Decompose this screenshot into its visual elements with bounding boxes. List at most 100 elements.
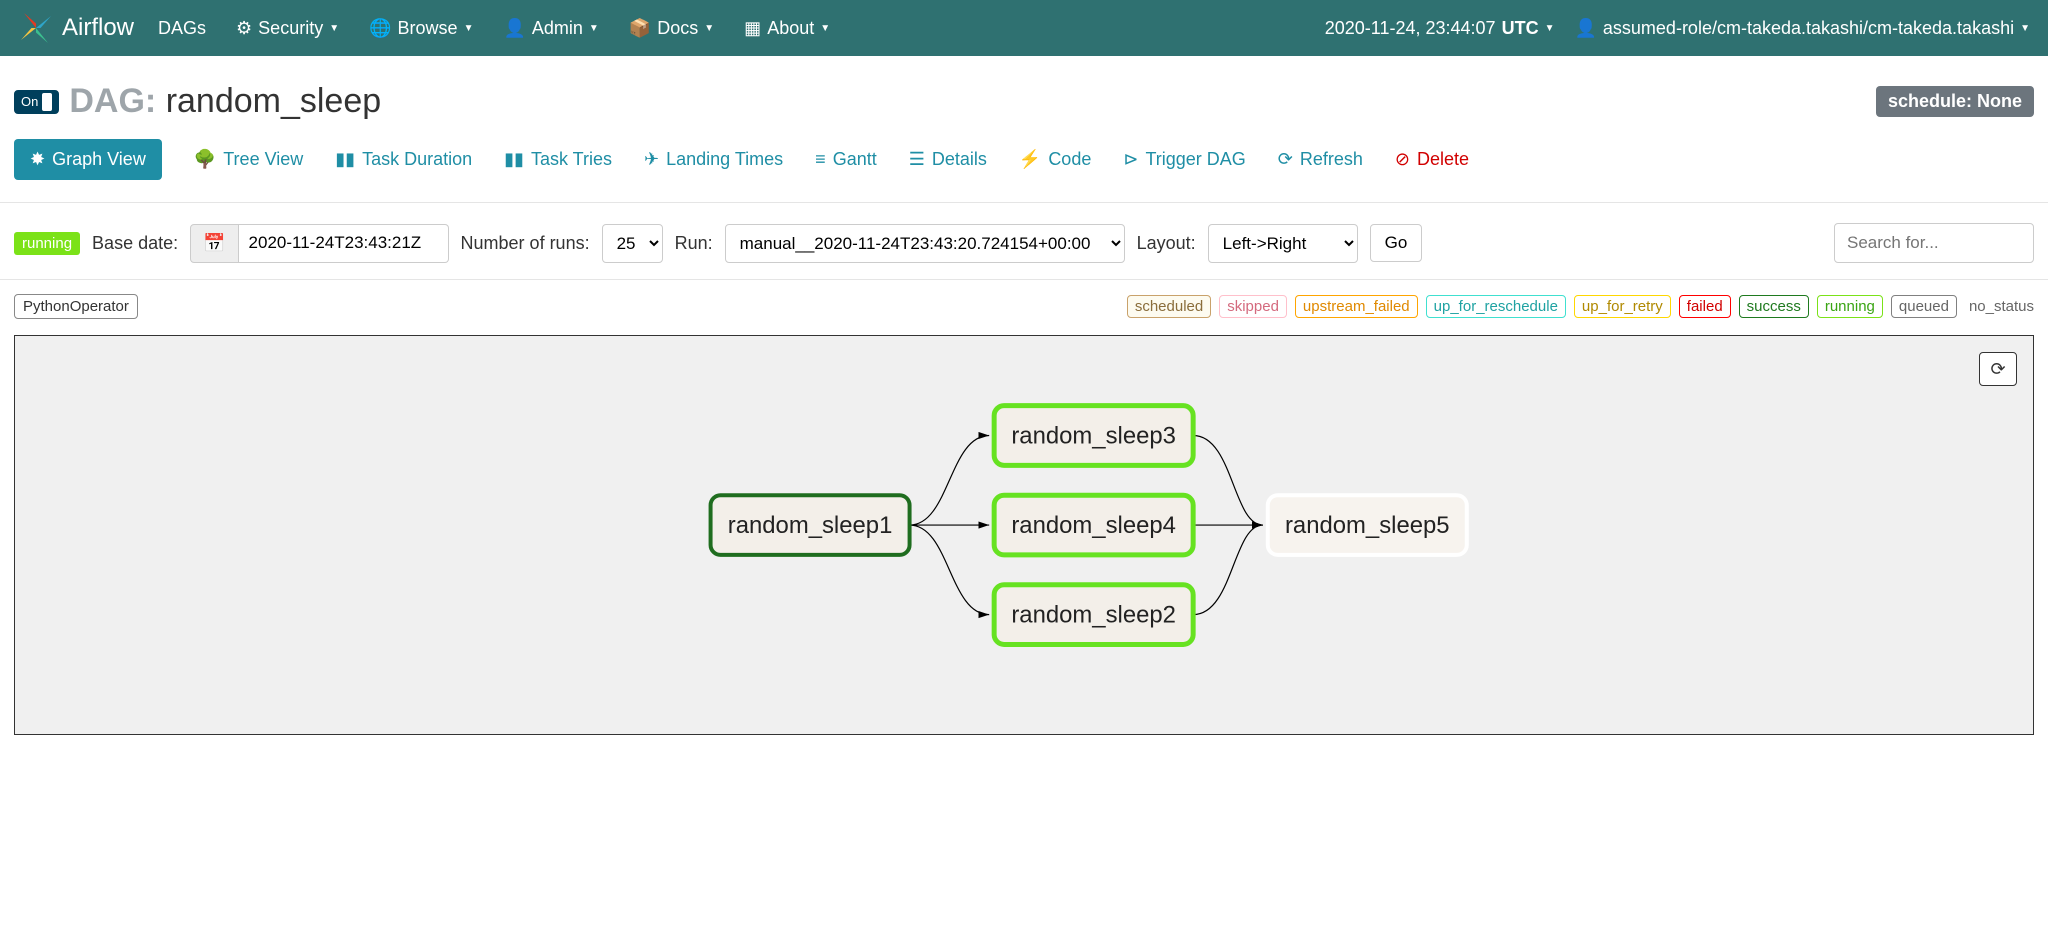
edge-1-2 xyxy=(910,525,990,615)
task-node-random_sleep4[interactable]: random_sleep4 xyxy=(994,495,1193,555)
tab-task-tries[interactable]: ▮▮Task Tries xyxy=(504,149,612,170)
tab-tree-view[interactable]: 🌳Tree View xyxy=(194,149,303,170)
brand-text: Airflow xyxy=(62,14,134,42)
nav-browse[interactable]: 🌐Browse▼ xyxy=(369,18,473,39)
bar-chart-icon: ▮▮ xyxy=(335,149,355,170)
layout-select[interactable]: Left->Right xyxy=(1208,224,1358,263)
layout-label: Layout: xyxy=(1137,233,1196,254)
calendar-button[interactable]: 📅 xyxy=(190,224,238,263)
status-chip-skipped[interactable]: skipped xyxy=(1219,295,1287,318)
graph-controls: running Base date: 📅 Number of runs: 25 … xyxy=(0,203,2048,280)
status-chip-up-for-reschedule[interactable]: up_for_reschedule xyxy=(1426,295,1566,318)
sun-icon: ✸ xyxy=(30,149,45,170)
nav-admin[interactable]: 👤Admin▼ xyxy=(503,18,598,39)
calendar-icon: 📅 xyxy=(203,233,225,253)
user-icon: 👤 xyxy=(1574,18,1596,39)
view-tabs: ✸Graph View 🌳Tree View ▮▮Task Duration ▮… xyxy=(0,131,2048,203)
dag-header: On DAG: random_sleep schedule: None xyxy=(0,56,2048,131)
run-select[interactable]: manual__2020-11-24T23:43:20.724154+00:00 xyxy=(725,224,1125,263)
grid-icon: ▦ xyxy=(744,18,761,39)
nav-clock[interactable]: 2020-11-24, 23:44:07 UTC ▼ xyxy=(1325,18,1555,39)
search-input[interactable] xyxy=(1834,223,2034,263)
runs-select[interactable]: 25 xyxy=(602,224,663,263)
chevron-down-icon: ▼ xyxy=(589,23,599,34)
svg-text:random_sleep2: random_sleep2 xyxy=(1011,602,1176,629)
run-label: Run: xyxy=(675,233,713,254)
tab-task-duration[interactable]: ▮▮Task Duration xyxy=(335,149,472,170)
play-icon: ⊳ xyxy=(1123,149,1138,170)
globe-icon: 🌐 xyxy=(369,18,391,39)
nav-security[interactable]: ⚙Security▼ xyxy=(236,18,339,39)
gear-icon: ⚙ xyxy=(236,18,252,39)
list-icon: ☰ xyxy=(909,149,925,170)
graph-canvas[interactable]: ⟳ random_sleep1 random_sleep3 random_sle… xyxy=(14,335,2034,735)
tab-graph-view[interactable]: ✸Graph View xyxy=(14,139,162,180)
edge-2-5 xyxy=(1193,525,1263,615)
tab-refresh[interactable]: ⟳Refresh xyxy=(1278,149,1363,170)
book-icon: 📦 xyxy=(629,18,651,39)
base-date-input[interactable] xyxy=(239,224,449,263)
airflow-logo-icon xyxy=(18,10,54,46)
status-chip-queued[interactable]: queued xyxy=(1891,295,1957,318)
base-date-label: Base date: xyxy=(92,233,178,254)
task-node-random_sleep1[interactable]: random_sleep1 xyxy=(711,495,910,555)
bar-chart-icon: ▮▮ xyxy=(504,149,524,170)
bolt-icon: ⚡ xyxy=(1019,149,1041,170)
nav-items: DAGs ⚙Security▼ 🌐Browse▼ 👤Admin▼ 📦Docs▼ … xyxy=(158,18,830,39)
chevron-down-icon: ▼ xyxy=(1545,23,1555,34)
tree-icon: 🌳 xyxy=(194,149,216,170)
status-chip-scheduled[interactable]: scheduled xyxy=(1127,295,1211,318)
runs-label: Number of runs: xyxy=(461,233,590,254)
status-chip-upstream-failed[interactable]: upstream_failed xyxy=(1295,295,1418,318)
tab-landing-times[interactable]: ✈Landing Times xyxy=(644,149,783,170)
status-no-status: no_status xyxy=(1969,298,2034,315)
legend: PythonOperator scheduled skipped upstrea… xyxy=(0,280,2048,329)
chevron-down-icon: ▼ xyxy=(329,23,339,34)
brand[interactable]: Airflow xyxy=(18,10,134,46)
task-node-random_sleep2[interactable]: random_sleep2 xyxy=(994,585,1193,645)
graph-svg: random_sleep1 random_sleep3 random_sleep… xyxy=(15,336,2033,734)
nav-about[interactable]: ▦About▼ xyxy=(744,18,830,39)
plane-icon: ✈ xyxy=(644,149,659,170)
schedule-badge: schedule: None xyxy=(1876,86,2034,117)
nav-dags[interactable]: DAGs xyxy=(158,18,206,39)
user-icon: 👤 xyxy=(503,18,525,39)
refresh-icon: ⟳ xyxy=(1990,359,2005,380)
svg-text:random_sleep4: random_sleep4 xyxy=(1011,512,1176,539)
chevron-down-icon: ▼ xyxy=(2020,23,2030,34)
clock-tz: UTC xyxy=(1502,18,1539,39)
chevron-down-icon: ▼ xyxy=(464,23,474,34)
dag-name: random_sleep xyxy=(166,82,381,120)
tab-trigger-dag[interactable]: ⊳Trigger DAG xyxy=(1123,149,1245,170)
clock-text: 2020-11-24, 23:44:07 xyxy=(1325,18,1496,39)
delete-icon: ⊘ xyxy=(1395,149,1410,170)
status-chip-success[interactable]: success xyxy=(1739,295,1809,318)
tab-details[interactable]: ☰Details xyxy=(909,149,987,170)
nav-docs[interactable]: 📦Docs▼ xyxy=(629,18,714,39)
tab-code[interactable]: ⚡Code xyxy=(1019,149,1091,170)
task-node-random_sleep5[interactable]: random_sleep5 xyxy=(1268,495,1467,555)
toggle-knob xyxy=(42,93,52,111)
dag-run-state-badge: running xyxy=(14,232,80,255)
svg-text:random_sleep5: random_sleep5 xyxy=(1285,512,1450,539)
refresh-icon: ⟳ xyxy=(1278,149,1293,170)
user-name: assumed-role/cm-takeda.takashi/cm-takeda… xyxy=(1603,18,2014,39)
tab-gantt[interactable]: ≡Gantt xyxy=(815,149,877,170)
nav-user[interactable]: 👤 assumed-role/cm-takeda.takashi/cm-take… xyxy=(1574,18,2030,39)
task-node-random_sleep3[interactable]: random_sleep3 xyxy=(994,406,1193,466)
graph-refresh-button[interactable]: ⟳ xyxy=(1979,352,2017,386)
status-chip-failed[interactable]: failed xyxy=(1679,295,1731,318)
svg-text:random_sleep3: random_sleep3 xyxy=(1011,422,1176,449)
edge-3-5 xyxy=(1193,436,1263,526)
dag-title-prefix: DAG: xyxy=(69,82,156,120)
operator-chip-python[interactable]: PythonOperator xyxy=(14,294,138,319)
status-chip-up-for-retry[interactable]: up_for_retry xyxy=(1574,295,1671,318)
tab-delete[interactable]: ⊘Delete xyxy=(1395,149,1469,170)
status-chip-running[interactable]: running xyxy=(1817,295,1883,318)
dag-title: DAG: random_sleep xyxy=(69,82,381,121)
gantt-icon: ≡ xyxy=(815,149,826,170)
edge-1-3 xyxy=(910,436,990,526)
go-button[interactable]: Go xyxy=(1370,224,1423,262)
dag-on-toggle[interactable]: On xyxy=(14,90,59,114)
svg-text:random_sleep1: random_sleep1 xyxy=(728,512,893,539)
